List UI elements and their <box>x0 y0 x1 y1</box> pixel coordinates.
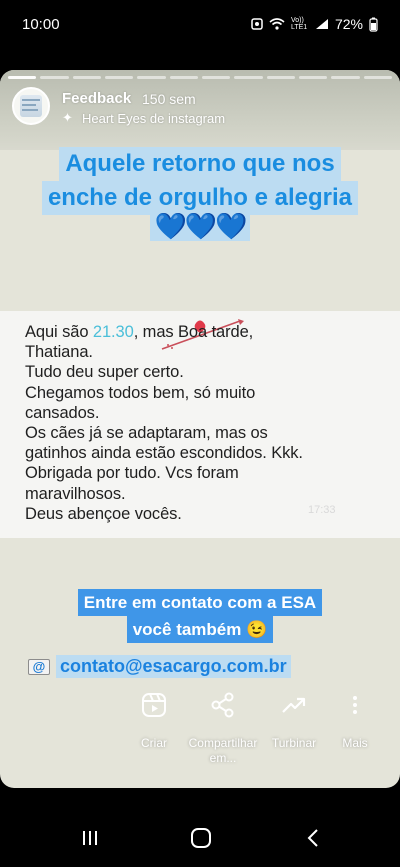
progress-segment <box>72 76 101 79</box>
signal-icon <box>315 19 328 29</box>
contact-callout: Entre em contato com a ESA você também 😉 <box>0 589 400 643</box>
recent-apps-icon[interactable] <box>80 828 100 848</box>
message-line: Deus abençoe vocês. <box>25 504 182 523</box>
back-icon[interactable] <box>305 828 321 848</box>
avatar[interactable] <box>12 87 50 125</box>
progress-segment <box>234 76 263 79</box>
status-icons: Vo)) LTE1 72% <box>251 16 378 32</box>
progress-segment <box>8 76 37 79</box>
wifi-icon <box>269 18 285 30</box>
email-link[interactable]: contato@esacargo.com.br <box>56 655 291 678</box>
avatar-thumbnail-line <box>22 109 38 111</box>
message-timestamp: 17:33 <box>308 504 336 516</box>
message-line-text: , mas Boa tarde, <box>133 323 254 341</box>
reels-icon <box>142 693 166 717</box>
network-label: Vo)) LTE1 <box>290 17 308 31</box>
story-viewer[interactable]: Feedback 150 sem ✦ Heart Eyes de instagr… <box>0 70 400 788</box>
progress-segment <box>363 76 392 79</box>
progress-segment <box>201 76 231 79</box>
headline: Aquele retorno que nos enche de orgulho … <box>0 147 400 215</box>
sparkle-icon: ✦ <box>62 110 73 125</box>
progress-segment <box>104 76 134 79</box>
progress-segment <box>40 76 69 79</box>
create-label: Criar <box>141 736 167 750</box>
share-label: Compartilhar em... <box>188 736 258 765</box>
system-nav-bar <box>0 810 400 867</box>
story-actions: Criar Compartilhar em... Turbinar Mais <box>0 691 400 771</box>
progress-segment <box>331 76 360 79</box>
email-icon: @ <box>28 658 50 675</box>
message-line: Chegamos todos bem, só muito <box>25 383 256 402</box>
hearts-text: 💙💙💙 <box>150 211 250 241</box>
story-progress <box>8 76 392 79</box>
home-icon[interactable] <box>190 828 212 848</box>
trending-up-icon <box>282 697 306 713</box>
message-line: Os cães já se adaptaram, mas os <box>25 424 268 443</box>
highlight-name[interactable]: Feedback <box>62 90 131 107</box>
progress-segment <box>266 76 295 79</box>
avatar-thumbnail-line <box>22 104 36 106</box>
sticker-source-link[interactable]: Heart Eyes de instagram <box>82 111 225 126</box>
status-time: 10:00 <box>22 15 60 33</box>
message-time-highlight: 21.30 <box>92 323 134 341</box>
headline-line-1: Aquele retorno que nos <box>59 147 341 181</box>
email-row[interactable]: @ contato@esacargo.com.br <box>28 655 291 678</box>
message-line: Thatiana. <box>25 343 93 362</box>
story-header-bg <box>0 70 400 150</box>
message-line: Tudo deu super certo. <box>25 363 184 382</box>
hearts-emoji: 💙💙💙 <box>0 211 400 242</box>
message-line-text: Aqui são <box>25 323 93 341</box>
status-bar: 10:00 Vo)) LTE1 72% <box>0 0 400 48</box>
message-line: Aqui são 21.30, mas Boa tarde, <box>25 322 355 342</box>
post-age: 150 sem <box>142 91 196 107</box>
battery-percent: 72% <box>334 16 363 32</box>
boost-button[interactable]: Turbinar <box>268 691 320 751</box>
create-button[interactable]: Criar <box>134 691 174 751</box>
boost-label: Turbinar <box>271 736 317 750</box>
message-line: Obrigada por tudo. Vcs foram <box>25 464 239 483</box>
notification-icon <box>251 18 263 30</box>
progress-segment <box>137 76 166 79</box>
more-button[interactable]: Mais <box>336 691 374 751</box>
more-label: Mais <box>342 736 368 750</box>
progress-segment <box>298 76 328 79</box>
headline-line-2: enche de orgulho e alegria <box>41 181 359 215</box>
message-body: Aqui são 21.30, mas Boa tarde, Thatiana.… <box>25 322 355 524</box>
avatar-thumbnail-line <box>22 99 40 101</box>
battery-icon <box>369 17 378 32</box>
message-line: gatinhos ainda estão escondidos. Kkk. <box>25 444 303 463</box>
share-button[interactable]: Compartilhar em... <box>183 691 263 766</box>
more-vertical-icon <box>353 696 357 714</box>
message-line: cansados. <box>25 403 100 422</box>
share-icon <box>211 692 234 718</box>
callout-line-1: Entre em contato com a ESA <box>77 589 323 616</box>
progress-segment <box>169 76 198 79</box>
callout-line-2: você também 😉 <box>126 616 274 643</box>
message-line: maravilhosos. <box>25 484 126 503</box>
message-screenshot: Aqui são 21.30, mas Boa tarde, Thatiana.… <box>0 311 400 538</box>
